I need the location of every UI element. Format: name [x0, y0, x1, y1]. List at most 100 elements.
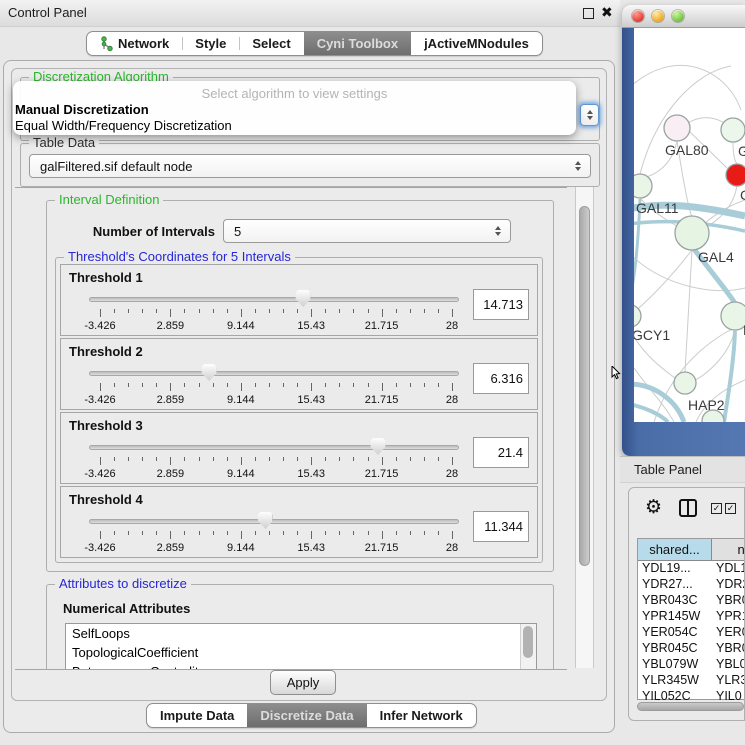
gear-icon[interactable]: ⚙	[645, 498, 662, 517]
control-panel-tabs: Network Style Select Cyni Toolbox jActiv…	[86, 31, 543, 56]
cell-shared-name[interactable]: YER054C	[638, 625, 712, 641]
tab-infer-network[interactable]: Infer Network	[367, 704, 476, 727]
cell-name[interactable]: YLR3	[712, 673, 745, 689]
tab-discretize-data[interactable]: Discretize Data	[247, 704, 366, 727]
node-attribute-table[interactable]: shared... n... YDL19...YDL1YDR27...YDR2Y…	[637, 538, 745, 700]
threshold-label: Threshold 4	[69, 492, 143, 507]
combobox-value: galFiltered.sif default node	[40, 159, 192, 174]
threshold-slider[interactable]: -3.4262.8599.14415.4321.71528	[87, 437, 461, 481]
slider-thumb[interactable]	[202, 364, 217, 381]
tab-impute-data[interactable]: Impute Data	[147, 704, 247, 727]
cell-shared-name[interactable]: YBR045C	[638, 641, 712, 657]
cell-name[interactable]: YDR2	[712, 577, 745, 593]
network-window-titlebar	[622, 5, 745, 28]
number-of-intervals-combobox[interactable]: 5	[223, 219, 511, 243]
threshold-label: Threshold 1	[69, 270, 143, 285]
attribute-list-item[interactable]: TopologicalCoefficient	[66, 643, 536, 662]
column-header-shared-name[interactable]: shared...	[638, 539, 712, 561]
cell-name[interactable]: YER0	[712, 625, 745, 641]
cell-name[interactable]: YDL1	[712, 561, 745, 577]
tab-style[interactable]: Style	[182, 32, 239, 55]
node-hap2[interactable]	[674, 372, 696, 394]
cell-shared-name[interactable]: YPR145W	[638, 609, 712, 625]
minimize-traffic-light[interactable]	[652, 10, 664, 22]
attribute-list-item[interactable]: SelfLoops	[66, 624, 536, 643]
node-gal4[interactable]	[675, 216, 709, 250]
column-header-name[interactable]: n...	[712, 539, 745, 561]
threshold-slider[interactable]: -3.4262.8599.14415.4321.71528	[87, 363, 461, 407]
scrollbar-thumb[interactable]	[579, 206, 590, 566]
table-row[interactable]: YLR345WYLR3	[638, 673, 745, 689]
algorithm-dropdown-popup: Select algorithm to view settings Manual…	[13, 81, 576, 135]
tab-jactivemnodules[interactable]: jActiveMNodules	[411, 32, 542, 55]
table-horizontal-scrollbar[interactable]	[637, 702, 744, 712]
network-graph: GAL80 GA C GAL11 GAL4 GCY1 H HAP2	[634, 28, 745, 422]
threshold-panel: Threshold 3 -3.4262.8599.14415.4321.7152…	[60, 412, 538, 484]
table-panel-title: Table Panel	[634, 462, 702, 477]
table-data-combobox[interactable]: galFiltered.sif default node	[29, 154, 591, 178]
node-red-selected[interactable]	[726, 164, 745, 186]
popup-option-manual-discretization[interactable]: Manual Discretization	[15, 102, 149, 117]
algorithm-combo-stepper[interactable]	[580, 104, 599, 126]
slider-thumb[interactable]	[296, 290, 311, 307]
checkbox-icon[interactable]: ✓	[725, 503, 736, 514]
split-table-icon[interactable]	[679, 499, 697, 517]
table-row[interactable]: YDR27...YDR2	[638, 577, 745, 593]
cell-shared-name[interactable]: YBL079W	[638, 657, 712, 673]
float-window-icon[interactable]	[583, 8, 594, 19]
node-gal11[interactable]	[634, 174, 652, 198]
cell-name[interactable]: YBR0	[712, 593, 745, 609]
threshold-value-field[interactable]	[473, 437, 529, 468]
close-icon[interactable]: ✖	[601, 4, 613, 21]
settings-scrollbar[interactable]	[575, 187, 594, 668]
table-row[interactable]: YBR045CYBR0	[638, 641, 745, 657]
popup-hint: Select algorithm to view settings	[13, 86, 576, 101]
attribute-list-item[interactable]: BetweennessCentrality	[66, 662, 536, 670]
table-row[interactable]: YDL19...YDL1	[638, 561, 745, 577]
node-label: GAL4	[698, 249, 734, 265]
threshold-slider[interactable]: -3.4262.8599.14415.4321.71528	[87, 511, 461, 555]
threshold-value-field[interactable]	[473, 363, 529, 394]
cell-shared-name[interactable]: YBR043C	[638, 593, 712, 609]
tab-select[interactable]: Select	[239, 32, 303, 55]
slider-thumb[interactable]	[258, 512, 273, 529]
threshold-value-field[interactable]	[473, 511, 529, 542]
tab-cyni-toolbox[interactable]: Cyni Toolbox	[304, 32, 411, 55]
node-gal80[interactable]	[664, 115, 690, 141]
table-row[interactable]: YBL079WYBL0	[638, 657, 745, 673]
table-row[interactable]: YER054CYER0	[638, 625, 745, 641]
threshold-slider[interactable]: -3.4262.8599.14415.4321.71528	[87, 289, 461, 333]
cell-shared-name[interactable]: YDL19...	[638, 561, 712, 577]
cyni-bottom-tabs: Impute Data Discretize Data Infer Networ…	[146, 703, 477, 728]
threshold-value-field[interactable]	[473, 289, 529, 320]
node-clipped-top-right[interactable]	[721, 118, 745, 142]
table-body: YDL19...YDL1YDR27...YDR2YBR043CYBR0YPR14…	[638, 561, 745, 705]
numerical-attributes-list[interactable]: SelfLoopsTopologicalCoefficientBetweenne…	[65, 623, 537, 670]
node-label: GAL11	[636, 200, 679, 216]
control-panel-titlebar: Control Panel ✖	[0, 0, 620, 27]
interval-definition-group: Interval Definition Number of Intervals …	[46, 200, 554, 572]
column-checkboxes[interactable]: ✓ ✓	[711, 503, 736, 514]
network-canvas[interactable]: GAL80 GA C GAL11 GAL4 GCY1 H HAP2	[634, 28, 745, 422]
table-row[interactable]: YPR145WYPR1	[638, 609, 745, 625]
scrollbar-thumb[interactable]	[637, 702, 744, 711]
threshold-panel: Threshold 4 -3.4262.8599.14415.4321.7152…	[60, 486, 538, 558]
apply-button[interactable]: Apply	[270, 670, 336, 695]
node-gcy1[interactable]	[634, 305, 641, 327]
cell-name[interactable]: YBL0	[712, 657, 745, 673]
cell-name[interactable]: YBR0	[712, 641, 745, 657]
slider-thumb[interactable]	[371, 438, 386, 455]
close-traffic-light[interactable]	[632, 10, 644, 22]
popup-option-equal-width-frequency[interactable]: Equal Width/Frequency Discretization	[15, 118, 232, 133]
zoom-traffic-light[interactable]	[672, 10, 684, 22]
cell-shared-name[interactable]: YDR27...	[638, 577, 712, 593]
node-label: HAP2	[688, 397, 725, 413]
list-scrollbar[interactable]	[520, 624, 536, 670]
checkbox-icon[interactable]: ✓	[711, 503, 722, 514]
cell-name[interactable]: YPR1	[712, 609, 745, 625]
cell-shared-name[interactable]: YLR345W	[638, 673, 712, 689]
tab-network[interactable]: Network	[87, 32, 182, 55]
table-row[interactable]: YBR043CYBR0	[638, 593, 745, 609]
node-h-clipped[interactable]	[721, 302, 745, 330]
scrollbar-thumb[interactable]	[523, 626, 533, 658]
